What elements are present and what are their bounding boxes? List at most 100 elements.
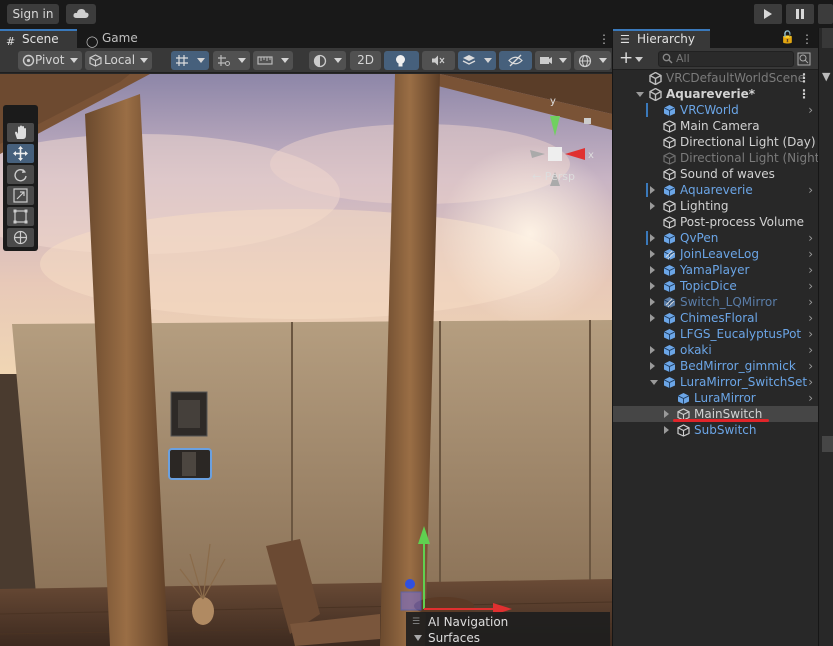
tab-game[interactable]: ◯ Game <box>80 29 150 48</box>
chevron-down-icon[interactable] <box>414 635 422 641</box>
grid-snap-button[interactable] <box>171 51 209 70</box>
prefab-open-chevron-icon[interactable]: › <box>808 102 813 118</box>
prefab-open-chevron-icon[interactable]: › <box>808 390 813 406</box>
hierarchy-row[interactable]: Lighting <box>613 198 819 214</box>
hierarchy-row[interactable]: QvPen › <box>613 230 819 246</box>
hierarchy-row[interactable]: Switch_LQMirror › <box>613 294 819 310</box>
expand-closed-icon[interactable] <box>650 346 655 354</box>
hierarchy-row[interactable]: okaki › <box>613 342 819 358</box>
gizmos-button[interactable] <box>574 51 611 70</box>
hierarchy-row[interactable]: Aquareverie* ⋮ <box>613 86 819 102</box>
drag-handle-icon[interactable]: ☰ <box>412 617 420 627</box>
expand-closed-icon[interactable] <box>650 186 655 194</box>
hierarchy-row[interactable]: VRCDefaultWorldScene ⋮ <box>613 70 819 86</box>
prefab-open-chevron-icon[interactable]: › <box>808 326 813 342</box>
collapsed-tab[interactable] <box>822 28 833 48</box>
prefab-open-chevron-icon[interactable]: › <box>808 342 813 358</box>
toggle-2d-button[interactable]: 2D <box>350 51 381 70</box>
transform-tool-button[interactable] <box>7 228 34 247</box>
search-icon <box>662 53 673 64</box>
hierarchy-row[interactable]: VRCWorld › <box>613 102 819 118</box>
hierarchy-row[interactable]: Post-process Volume <box>613 214 819 230</box>
expand-closed-icon[interactable] <box>650 314 655 322</box>
expand-closed-icon[interactable] <box>650 362 655 370</box>
hierarchy-row[interactable]: Directional Light (Night) <box>613 150 819 166</box>
prefab-open-chevron-icon[interactable]: › <box>808 230 813 246</box>
hierarchy-row-label: LuraMirror <box>694 391 756 405</box>
perspective-label[interactable]: ← Persp <box>532 170 575 183</box>
hierarchy-row[interactable]: ChimesFloral › <box>613 310 819 326</box>
hierarchy-row[interactable]: LuraMirror_SwitchSet › <box>613 374 819 390</box>
rect-tool-button[interactable] <box>7 207 34 226</box>
play-button[interactable] <box>754 4 782 24</box>
add-object-button[interactable]: + <box>619 48 633 68</box>
hierarchy-row[interactable]: TopicDice › <box>613 278 819 294</box>
scene-menu-icon[interactable]: ⋮ <box>798 86 810 102</box>
expand-closed-icon[interactable] <box>664 410 669 418</box>
expand-closed-icon[interactable] <box>650 282 655 290</box>
hierarchy-menu-icon[interactable]: ⋮ <box>801 32 813 46</box>
expand-open-icon[interactable] <box>650 380 658 385</box>
expand-closed-icon[interactable] <box>650 234 655 242</box>
prefab-override-bar <box>646 231 648 245</box>
hierarchy-row[interactable]: LuraMirror › <box>613 390 819 406</box>
step-button[interactable] <box>818 4 833 24</box>
hierarchy-row-label: Directional Light (Day) <box>680 135 816 149</box>
scene-tab-bar: # Scene ◯ Game ⋮ <box>0 28 612 48</box>
audio-toggle-button[interactable] <box>422 51 455 70</box>
local-dropdown[interactable]: Local <box>85 51 152 70</box>
surfaces-item[interactable]: Surfaces <box>428 631 480 645</box>
expand-closed-icon[interactable] <box>664 426 669 434</box>
lighting-toggle-button[interactable] <box>384 51 419 70</box>
hierarchy-row[interactable]: Main Camera <box>613 118 819 134</box>
expand-closed-icon[interactable] <box>650 298 655 306</box>
expand-closed-icon[interactable] <box>650 202 655 210</box>
prefab-open-chevron-icon[interactable]: › <box>808 374 813 390</box>
hierarchy-row[interactable]: BedMirror_gimmick › <box>613 358 819 374</box>
tab-hierarchy[interactable]: ☰ Hierarchy <box>613 29 710 48</box>
move-tool-button[interactable] <box>7 144 34 163</box>
scene-visibility-button[interactable] <box>499 51 532 70</box>
hierarchy-row[interactable]: Aquareverie › <box>613 182 819 198</box>
prefab-open-chevron-icon[interactable]: › <box>808 310 813 326</box>
scene-viewport[interactable]: y x ← Persp <box>0 74 612 646</box>
prefab-open-chevron-icon[interactable]: › <box>808 358 813 374</box>
search-options-icon[interactable] <box>797 52 811 66</box>
increment-snap-button[interactable] <box>213 51 250 70</box>
prefab-open-chevron-icon[interactable]: › <box>808 294 813 310</box>
tools-overlay <box>3 105 38 251</box>
hierarchy-row[interactable]: Directional Light (Day) <box>613 134 819 150</box>
prefab-open-chevron-icon[interactable]: › <box>808 278 813 294</box>
hierarchy-row[interactable]: Sound of waves <box>613 166 819 182</box>
sign-in-button[interactable]: Sign in <box>7 4 59 24</box>
rotate-tool-button[interactable] <box>7 165 34 184</box>
hierarchy-row[interactable]: LFGS_EucalyptusPot › <box>613 326 819 342</box>
prefab-open-chevron-icon[interactable]: › <box>808 246 813 262</box>
pause-button[interactable] <box>786 4 814 24</box>
draw-mode-button[interactable] <box>309 51 346 70</box>
prefab-icon <box>663 361 676 372</box>
hierarchy-row[interactable]: SubSwitch <box>613 422 819 438</box>
chevron-down-icon[interactable]: ▼ <box>822 70 830 83</box>
expand-open-icon[interactable] <box>636 92 644 97</box>
expand-closed-icon[interactable] <box>650 266 655 274</box>
prefab-open-chevron-icon[interactable]: › <box>808 262 813 278</box>
camera-settings-button[interactable] <box>535 51 571 70</box>
scale-icon <box>13 188 28 203</box>
tab-scene[interactable]: # Scene <box>0 29 77 48</box>
hierarchy-search-input[interactable]: All <box>658 51 794 67</box>
cloud-button[interactable] <box>66 4 96 24</box>
effects-button[interactable] <box>458 51 496 70</box>
prefab-open-chevron-icon[interactable]: › <box>808 182 813 198</box>
expand-closed-icon[interactable] <box>650 250 655 258</box>
pivot-dropdown[interactable]: Pivot <box>18 51 82 70</box>
hand-tool-button[interactable] <box>7 123 34 142</box>
scale-tool-button[interactable] <box>7 186 34 205</box>
chevron-down-icon[interactable] <box>635 57 643 62</box>
hierarchy-row[interactable]: YamaPlayer › <box>613 262 819 278</box>
scene-menu-icon[interactable]: ⋮ <box>798 70 810 86</box>
ruler-button[interactable] <box>253 51 293 70</box>
lock-icon[interactable]: 🔓 <box>780 30 795 44</box>
scene-menu-icon[interactable]: ⋮ <box>598 32 610 46</box>
hierarchy-row[interactable]: JoinLeaveLog › <box>613 246 819 262</box>
